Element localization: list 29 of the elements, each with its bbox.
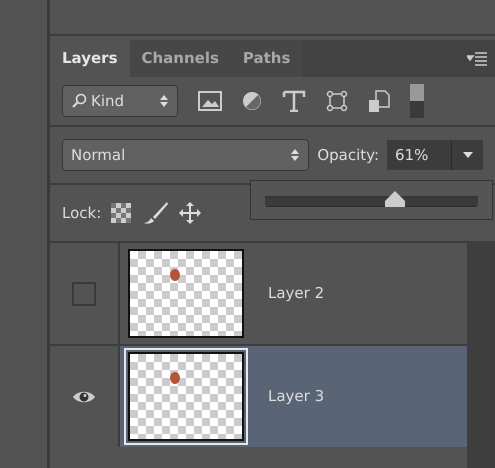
search-icon <box>71 93 87 109</box>
type-icon[interactable] <box>282 90 306 112</box>
half-circle-icon[interactable] <box>242 91 262 111</box>
up-down-arrows-icon <box>159 94 169 108</box>
layer-row[interactable]: Layer 3 <box>120 346 467 447</box>
opacity-dropdown-button[interactable] <box>451 140 483 170</box>
shape-icon[interactable] <box>326 90 348 112</box>
scrollbar[interactable] <box>467 241 495 468</box>
panel-tab[interactable]: Channels <box>130 40 231 77</box>
lock-transparent-pixels-icon[interactable] <box>111 203 132 223</box>
layer-name: Layer 2 <box>268 283 324 304</box>
panel-tab[interactable]: Layers <box>50 40 130 77</box>
kind-filter-dropdown[interactable]: Kind <box>62 85 178 117</box>
panel-tab[interactable]: Paths <box>230 40 302 77</box>
up-down-arrows-icon <box>290 148 300 162</box>
move-arrows-icon[interactable] <box>179 202 202 224</box>
blend-mode-dropdown[interactable]: Normal <box>62 139 310 171</box>
caret-icon <box>462 152 472 158</box>
lock-label: Lock: <box>62 202 102 224</box>
panel-menu-icon[interactable] <box>467 52 487 66</box>
opacity-label: Opacity: <box>317 144 379 166</box>
layer-name: Layer 3 <box>268 386 324 408</box>
slider-track[interactable] <box>265 191 478 209</box>
filter-toggle-icon[interactable] <box>410 84 424 118</box>
image-icon[interactable] <box>198 91 222 111</box>
slider-thumb[interactable] <box>384 191 405 207</box>
smart-object-icon[interactable] <box>368 89 390 113</box>
opacity-value-field[interactable]: 61% <box>387 140 451 170</box>
visibility-toggle-box[interactable] <box>72 282 96 306</box>
